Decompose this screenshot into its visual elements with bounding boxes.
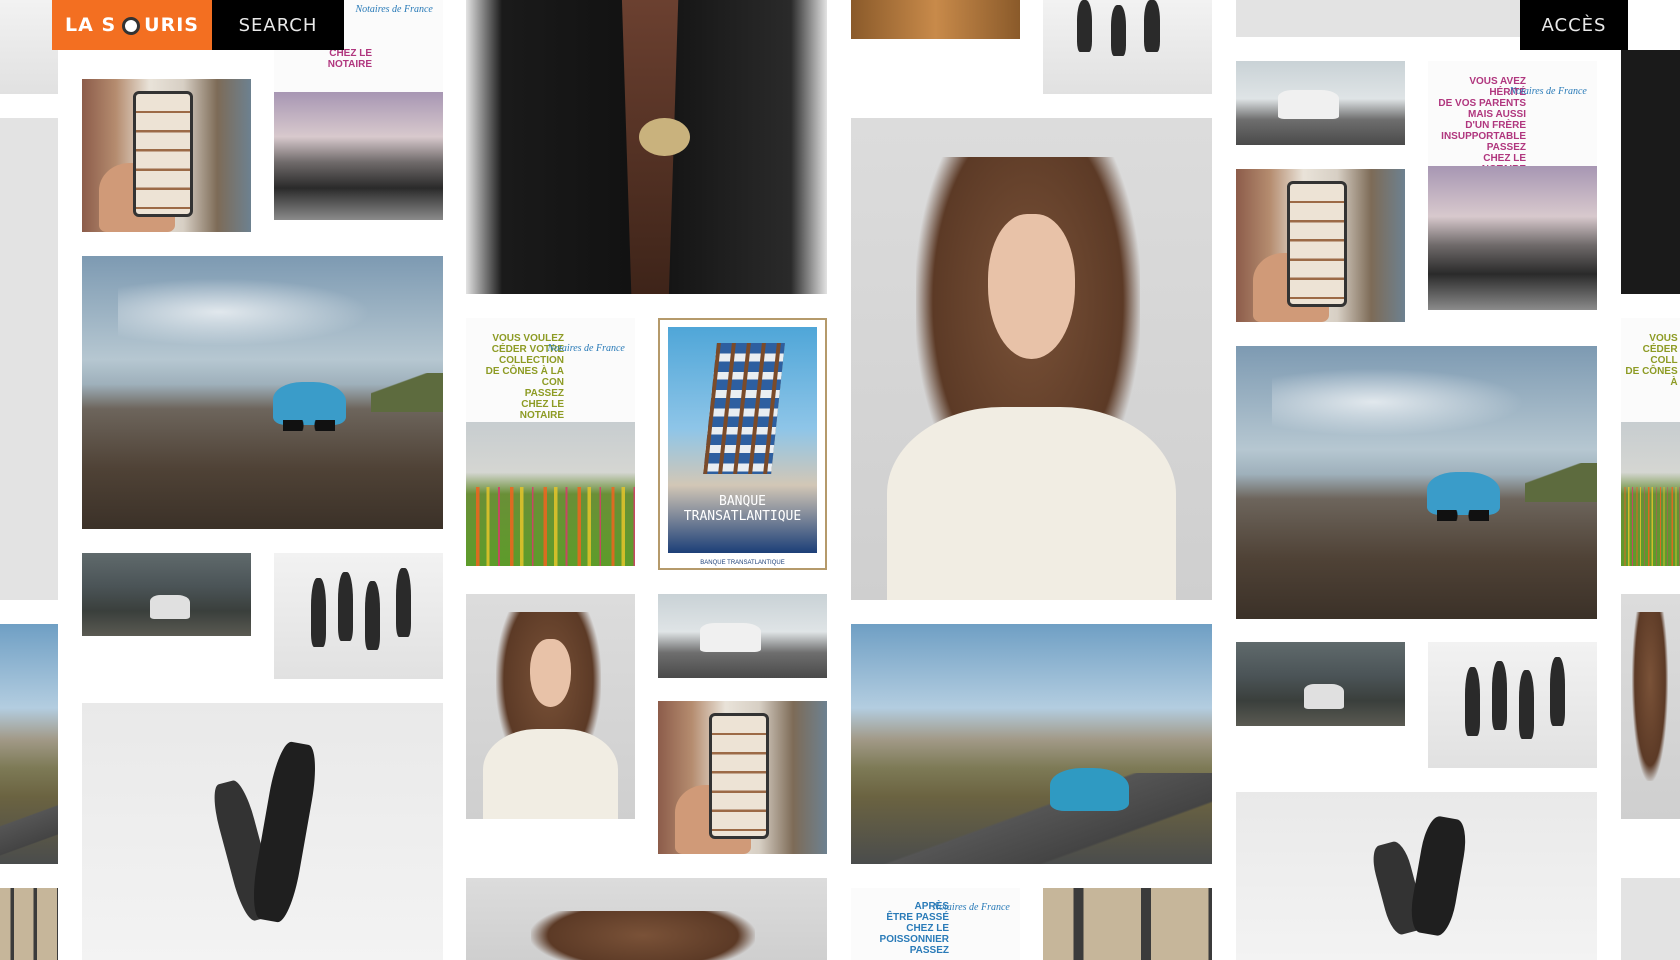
portfolio-tile-dancers-1[interactable] [274, 553, 443, 679]
portfolio-tile-portrait-woman-bottom[interactable] [466, 878, 827, 960]
portfolio-tile-edge-right-2[interactable]: VOUS CÉDER COLL DE CÔNES À [1621, 318, 1680, 566]
portfolio-tile-dancers-top[interactable] [1043, 0, 1212, 94]
search-button[interactable]: SEARCH [212, 0, 344, 50]
ad-photo [274, 92, 443, 220]
portfolio-tile-notaires-poissonnier[interactable]: APRÈS ÊTRE PASSÉ CHEZ LE POISSONNIER PAS… [851, 888, 1020, 960]
portfolio-tile-edge-left-3[interactable] [0, 624, 58, 864]
portfolio-tile-bookshelf-phone-2[interactable] [658, 701, 827, 854]
portfolio-tile-facade[interactable] [1043, 888, 1212, 960]
mouse-icon [122, 17, 141, 35]
portfolio-tile-portrait-woman-large[interactable] [851, 118, 1212, 600]
notaires-logo: Notaires de France [932, 902, 1010, 914]
ad-headline: CHEZ LE NOTAIRE [327, 48, 372, 71]
portfolio-tile-bookshelf-phone[interactable] [82, 79, 251, 232]
logo-text-right: URIS [144, 14, 199, 36]
portfolio-tile-watch-hand[interactable] [466, 0, 827, 294]
poster-title: BANQUE TRANSATLANTIQUE [683, 494, 802, 525]
portfolio-tile-notaires-heritage[interactable]: VOUS AVEZ HÉRITÉ DE VOS PARENTS MAIS AUS… [1428, 61, 1597, 310]
portfolio-tile-suv-rock-1[interactable] [658, 594, 827, 678]
portfolio-tile-suv-rock-2[interactable] [1236, 61, 1405, 145]
portfolio-grid: CHEZ LE NOTAIRE Notaires de France VOUS … [0, 0, 1680, 960]
access-button[interactable]: ACCÈS [1520, 0, 1628, 50]
portfolio-tile-portrait-woman-small[interactable] [466, 594, 635, 819]
portfolio-tile-renault-beach-2[interactable] [1236, 346, 1597, 619]
portfolio-tile-edge-left-2[interactable] [0, 118, 58, 600]
ad-headline: VOUS CÉDER COLL DE CÔNES À [1625, 332, 1678, 388]
portfolio-tile-edge-right-3[interactable] [1621, 594, 1680, 819]
portfolio-tile-dancers-2[interactable] [1428, 642, 1597, 768]
portfolio-tile-suv-forest-1[interactable] [82, 553, 251, 636]
notaires-logo: Notaires de France [355, 4, 433, 16]
ad-photo [1621, 422, 1680, 566]
notaires-logo: Notaires de France [547, 342, 625, 354]
portfolio-tile-edge-left-1[interactable] [0, 0, 58, 94]
notaires-logo: Notaires de France [1509, 85, 1587, 97]
portfolio-tile-couple-fitness-2[interactable] [1236, 792, 1597, 960]
portfolio-tile-suv-forest-2[interactable] [1236, 642, 1405, 726]
logo-text-left: LA S [65, 14, 117, 36]
portfolio-tile-renault-road[interactable] [851, 624, 1212, 864]
portfolio-tile-banque-transatlantique[interactable]: BANQUE TRANSATLANTIQUE BANQUE TRANSATLAN… [658, 318, 827, 570]
portfolio-tile-antique-detail[interactable] [851, 0, 1020, 39]
ad-photo [1428, 165, 1597, 310]
la-souris-logo[interactable]: LA S URIS [52, 0, 212, 50]
portfolio-tile-bookshelf-phone-3[interactable] [1236, 169, 1405, 322]
poster-footer: BANQUE TRANSATLANTIQUE [700, 559, 785, 566]
portfolio-tile-edge-left-4[interactable] [0, 888, 58, 960]
portfolio-tile-edge-right-1[interactable] [1621, 50, 1680, 294]
ad-photo [466, 422, 635, 566]
portfolio-tile-notaires-cones[interactable]: VOUS VOULEZ CÉDER VOTRE COLLECTION DE CÔ… [466, 318, 635, 566]
portfolio-tile-edge-right-4[interactable] [1621, 878, 1680, 960]
portfolio-tile-renault-beach-1[interactable] [82, 256, 443, 529]
portfolio-tile-couple-fitness-1[interactable] [82, 703, 443, 960]
